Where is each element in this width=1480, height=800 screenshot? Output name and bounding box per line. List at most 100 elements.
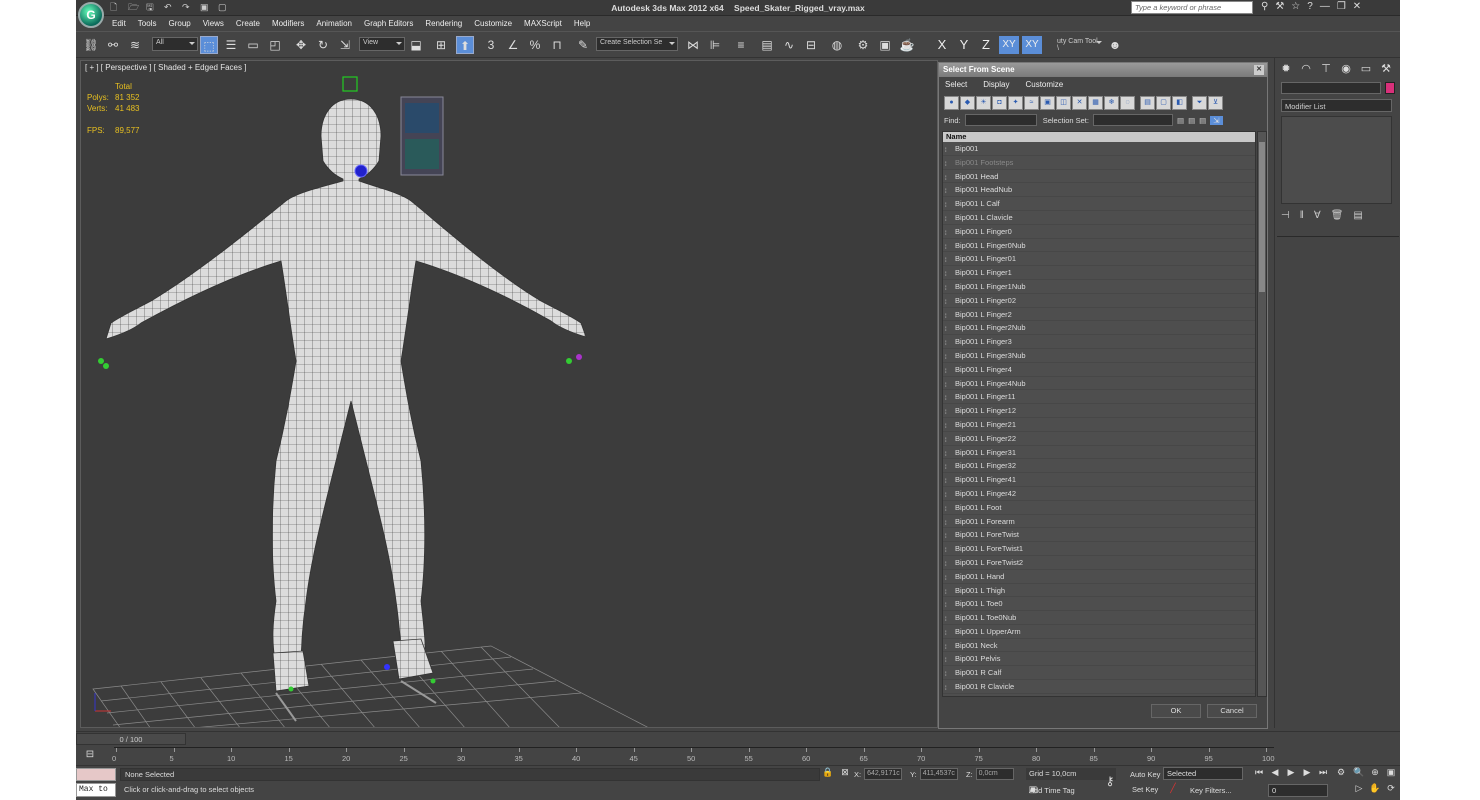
list-item[interactable]: ⁞ Bip001 L Finger1	[943, 266, 1255, 280]
scale-icon[interactable]: ⇲	[336, 36, 354, 54]
curve-editor-icon[interactable]: ∿	[780, 36, 798, 54]
display-invert-icon[interactable]: ◧	[1172, 96, 1187, 110]
time-slider[interactable]: 0 / 100	[76, 733, 186, 745]
list-item[interactable]: ⁞ Bip001 L Finger0Nub	[943, 239, 1255, 253]
display-space-warps-icon[interactable]: ≈	[1024, 96, 1039, 110]
menu-help[interactable]: Help	[568, 17, 596, 31]
list-item[interactable]: ⁞ Bip001 L Thigh	[943, 584, 1255, 598]
maxscript-mini-listener[interactable]: Max to	[76, 783, 116, 797]
perspective-viewport[interactable]: [ + ] [ Perspective ] [ Shaded + Edged F…	[80, 60, 938, 728]
set-key-icon[interactable]: ⚷	[1103, 774, 1117, 788]
list-item[interactable]: ⁞ Bip001 L Finger21	[943, 418, 1255, 432]
object-color-swatch[interactable]	[1385, 82, 1395, 94]
ok-button[interactable]: OK	[1151, 704, 1201, 718]
binoculars-icon[interactable]: ⚲	[1261, 1, 1268, 12]
bind-space-warp-icon[interactable]: ≋	[126, 36, 144, 54]
percent-snap-icon[interactable]: %	[526, 36, 544, 54]
show-end-result-icon[interactable]: ‖	[1300, 210, 1304, 221]
restore-icon[interactable]: ❐	[1337, 1, 1346, 12]
list-item[interactable]: ⁞ Bip001 L ForeTwist	[943, 528, 1255, 543]
list-scrollbar[interactable]	[1257, 131, 1267, 697]
list-item[interactable]: ⁞ Bip001 L Finger2Nub	[943, 321, 1255, 336]
scene-object-list[interactable]: Name ⁞ Bip001 ⁞ Bip001 Footsteps ⁞ Bip001 Hea…	[942, 131, 1256, 697]
zoom-extents-icon[interactable]: ▣	[1384, 767, 1398, 780]
absolute-mode-icon[interactable]: ⊠	[838, 767, 852, 780]
display-geometry-icon[interactable]: ●	[944, 96, 959, 110]
list-item[interactable]: ⁞ Bip001 L Finger4	[943, 363, 1255, 377]
list-item[interactable]: ⁞ Bip001 L UpperArm	[943, 625, 1255, 639]
help-icon[interactable]: ?	[1307, 1, 1313, 12]
remove-modifier-icon[interactable]: 🗑	[1331, 210, 1344, 221]
help-search-input[interactable]: Type a keyword or phrase	[1131, 1, 1253, 14]
menu-edit[interactable]: Edit	[106, 17, 132, 31]
modifier-list-dropdown[interactable]: Modifier List	[1281, 99, 1392, 112]
rotate-icon[interactable]: ↻	[314, 36, 332, 54]
list-item[interactable]: ⁞ Bip001 L Finger22	[943, 432, 1255, 446]
list-item[interactable]: ⁞ Bip001 L Toe0	[943, 597, 1255, 612]
list-item[interactable]: ⁞ Bip001	[943, 142, 1255, 156]
mirror-pivot-icon[interactable]: ⊞	[432, 36, 450, 54]
list-item[interactable]: ⁞ Bip001 R Calf	[943, 666, 1255, 681]
render-icon[interactable]: ☕	[898, 36, 916, 54]
restrict-z-button[interactable]: Z	[976, 36, 996, 54]
list-item[interactable]: ⁞ Bip001 L Finger42	[943, 487, 1255, 501]
y-field[interactable]: 411,4537c	[919, 768, 958, 780]
restrict-plane-button[interactable]: XY	[1022, 36, 1042, 54]
named-selection-dropdown[interactable]: Create Selection Se	[596, 37, 678, 51]
rendered-frame-icon[interactable]: ▣	[876, 36, 894, 54]
track-bar[interactable]: 0 5 10 15 20 25 30 35 40 45 50 55 60 65 70 75 80 85 90 95 10…	[112, 747, 1275, 765]
list-item[interactable]: ⁞ Bip001 L Forearm	[943, 515, 1255, 529]
object-name-field[interactable]	[1281, 82, 1381, 94]
key-pen-icon[interactable]: ╱	[1166, 783, 1180, 796]
display-bones-icon[interactable]: ✕	[1072, 96, 1087, 110]
lock-selection-icon[interactable]: 🔒	[821, 767, 835, 780]
menu-modifiers[interactable]: Modifiers	[266, 17, 310, 31]
restrict-y-button[interactable]: Y	[954, 36, 974, 54]
set-key-button[interactable]: Set Key	[1132, 785, 1158, 794]
menu-customize[interactable]: Customize	[468, 17, 518, 31]
list-item[interactable]: ⁞ Bip001 L Calf	[943, 197, 1255, 211]
display-hidden-icon[interactable]: ◌	[1120, 96, 1135, 110]
dialog-menu-display[interactable]: Display	[983, 80, 1009, 89]
selection-filter-dropdown[interactable]: All	[152, 37, 198, 51]
unlink-icon[interactable]: ⚯	[104, 36, 122, 54]
select-by-name-icon[interactable]: ☰	[222, 36, 240, 54]
curve-editor-mini-icon[interactable]: ⊟	[78, 748, 102, 762]
filter-options-icon[interactable]: ⊻	[1208, 96, 1223, 110]
render-setup-icon[interactable]: ⚙	[854, 36, 872, 54]
maxscript-listener-pink[interactable]	[76, 768, 116, 781]
x-field[interactable]: 642,9171c	[864, 768, 903, 780]
graphite-ribbon-icon[interactable]: ▤	[758, 36, 776, 54]
menu-create[interactable]: Create	[230, 17, 266, 31]
schematic-view-icon[interactable]: ⊟	[802, 36, 820, 54]
key-mode-dropdown[interactable]: Selected	[1163, 767, 1243, 780]
list-item[interactable]: ⁞ Bip001 Neck	[943, 639, 1255, 653]
zoom-all-icon[interactable]: ⊕	[1368, 767, 1382, 780]
application-button[interactable]: G	[78, 2, 104, 28]
zoom-icon[interactable]: 🔍	[1352, 767, 1366, 780]
list-item[interactable]: ⁞ Bip001 L Hand	[943, 570, 1255, 584]
rectangular-selection-icon[interactable]: ▭	[244, 36, 262, 54]
motion-tab-icon[interactable]: ◉	[1339, 62, 1353, 76]
camera-tool-icon[interactable]: ☻	[1106, 36, 1124, 54]
list-item[interactable]: ⁞ Bip001 HeadNub	[943, 183, 1255, 198]
display-lights-icon[interactable]: ☀	[976, 96, 991, 110]
key-filters-button[interactable]: Key Filters...	[1190, 786, 1232, 795]
menu-maxscript[interactable]: MAXScript	[518, 17, 568, 31]
list-item[interactable]: ⁞ Bip001 L Finger1Nub	[943, 280, 1255, 294]
selection-set-dropdown[interactable]	[1092, 114, 1173, 126]
previous-frame-icon[interactable]: ◀	[1268, 767, 1282, 780]
list-item[interactable]: ⁞ Bip001 L Finger11	[943, 390, 1255, 405]
add-time-tag[interactable]: Add Time Tag	[1029, 786, 1075, 795]
play-icon[interactable]: ▶	[1284, 767, 1298, 780]
spinner-snap-icon[interactable]: ⊓	[548, 36, 566, 54]
favorites-icon[interactable]: ☆	[1291, 1, 1300, 12]
remove-from-set-icon[interactable]: ▤	[1199, 116, 1206, 125]
auto-key-button[interactable]: Auto Key	[1130, 770, 1160, 779]
name-column-header[interactable]: Name	[943, 132, 1255, 142]
list-item[interactable]: ⁞ Bip001 L Finger41	[943, 473, 1255, 487]
angle-snap-icon[interactable]: ∠	[504, 36, 522, 54]
minimize-icon[interactable]: —	[1320, 1, 1330, 12]
hierarchy-tab-icon[interactable]: ⊤	[1319, 62, 1333, 76]
list-item[interactable]: ⁞ Bip001 L Toe0Nub	[943, 611, 1255, 625]
